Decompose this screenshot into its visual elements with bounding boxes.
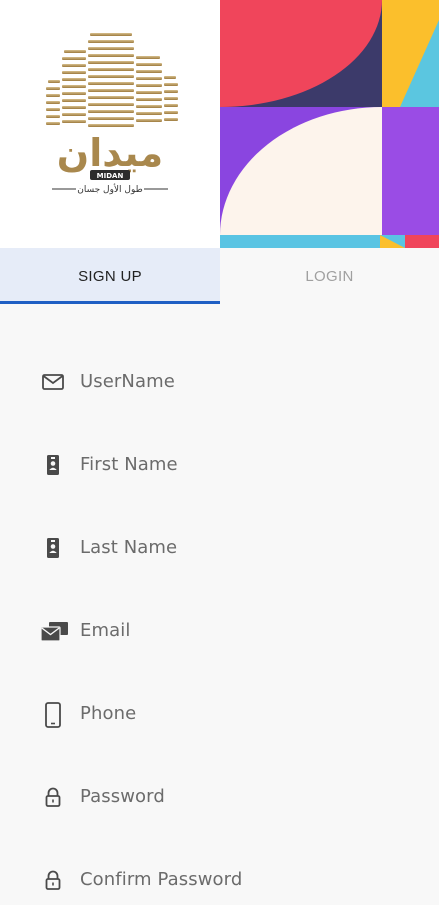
phone-label: Phone (80, 703, 137, 724)
confirm-password-label: Confirm Password (80, 869, 243, 890)
confirm-password-field[interactable]: Confirm Password (0, 855, 439, 905)
password-label: Password (80, 786, 165, 807)
email-field[interactable]: Email (0, 606, 439, 656)
signup-form: UserName First Name Last Name Email Phon… (0, 304, 439, 900)
mobile-phone-icon (40, 702, 66, 728)
envelope-icon (40, 370, 66, 394)
tab-login-label: LOGIN (305, 267, 354, 285)
geometric-art-image (220, 0, 439, 248)
email-label: Email (80, 620, 131, 641)
tab-login[interactable]: LOGIN (220, 248, 439, 304)
first-name-field[interactable]: First Name (0, 440, 439, 490)
decorative-art (220, 0, 439, 248)
logo-area: ميدان MIDAN طول الأول جسان (0, 0, 220, 248)
password-field[interactable]: Password (0, 772, 439, 822)
mail-stack-icon (40, 619, 68, 643)
phone-field[interactable]: Phone (0, 689, 439, 739)
midan-logo: ميدان MIDAN طول الأول جسان (46, 33, 178, 195)
logo-tagline: طول الأول جسان (77, 183, 143, 195)
last-name-label: Last Name (80, 537, 178, 558)
last-name-field[interactable]: Last Name (0, 523, 439, 573)
id-badge-icon (40, 536, 66, 560)
first-name-label: First Name (80, 454, 178, 475)
id-badge-icon (40, 453, 66, 477)
header: ميدان MIDAN طول الأول جسان (0, 0, 439, 248)
lock-icon (40, 868, 66, 892)
username-field[interactable]: UserName (0, 357, 439, 407)
logo-wordmark: ميدان (57, 131, 163, 175)
username-label: UserName (80, 371, 175, 392)
tab-sign-up[interactable]: SIGN UP (0, 248, 220, 304)
tab-sign-up-label: SIGN UP (78, 267, 142, 285)
auth-tabs: SIGN UP LOGIN (0, 248, 439, 304)
logo-badge: MIDAN (97, 172, 124, 180)
lock-icon (40, 785, 66, 809)
